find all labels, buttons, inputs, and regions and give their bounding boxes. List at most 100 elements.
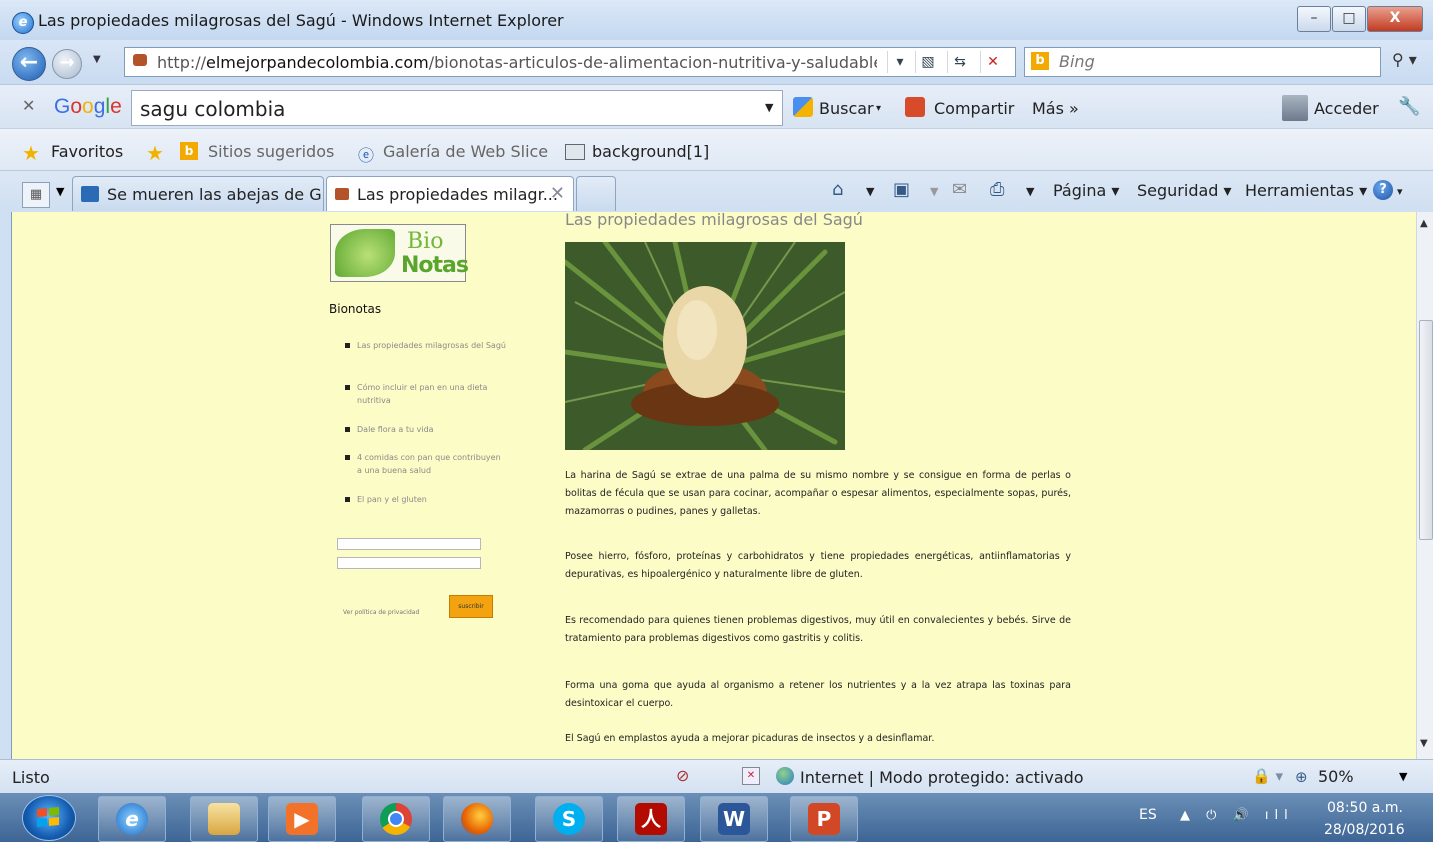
tab-sagu[interactable]: Las propiedades milagr... ✕: [326, 176, 574, 211]
bionotas-logo[interactable]: Bio Notas: [330, 224, 469, 282]
sago-palm-photo: [565, 242, 845, 450]
address-bar[interactable]: http://elmejorpandecolombia.com/bionotas…: [124, 47, 1016, 77]
sidebar-link-flora[interactable]: Dale flora a tu vida: [345, 423, 507, 436]
help-icon[interactable]: ?: [1373, 180, 1393, 200]
acceder-button[interactable]: Acceder: [1314, 99, 1379, 118]
scroll-up-icon[interactable]: ▲: [1420, 218, 1428, 229]
bullet-icon: [345, 455, 350, 460]
taskbar-ie-button[interactable]: e: [98, 796, 166, 842]
refresh-icon[interactable]: ⇆: [947, 51, 972, 73]
email-field[interactable]: [337, 557, 481, 569]
logo-bio-text: Bio: [407, 229, 444, 254]
mas-button[interactable]: Más »: [1032, 99, 1079, 118]
vertical-scrollbar[interactable]: ▲ ▼: [1416, 212, 1433, 759]
sidebar-link-gluten[interactable]: El pan y el gluten: [345, 493, 507, 506]
seguridad-menu[interactable]: Seguridad ▾: [1137, 181, 1232, 200]
taskbar-word-button[interactable]: W: [700, 796, 768, 842]
background-favorite-link[interactable]: background[1]: [592, 142, 709, 161]
subscribe-button[interactable]: suscribir: [449, 595, 493, 618]
internet-zone-icon: [776, 767, 794, 785]
zoom-level[interactable]: 50%: [1318, 767, 1354, 786]
buscar-button[interactable]: Buscar: [819, 99, 874, 118]
taskbar-media-button[interactable]: ▶: [268, 796, 336, 842]
windows-flag-icon: [37, 807, 59, 827]
site-favicon-icon: [133, 54, 147, 66]
print-dropdown-icon[interactable]: ▼: [1026, 185, 1034, 198]
maximize-button[interactable]: □: [1332, 6, 1366, 32]
taskbar-firefox-button[interactable]: [443, 796, 511, 842]
wrench-icon[interactable]: 🔧: [1398, 96, 1420, 117]
article-title: Las propiedades milagrosas del Sagú: [565, 212, 863, 229]
scroll-thumb[interactable]: [1419, 320, 1433, 540]
print-icon[interactable]: ⎙: [990, 179, 1004, 200]
popup-blocked-icon[interactable]: ✕: [742, 767, 760, 785]
seguridad-label: Seguridad: [1137, 181, 1219, 200]
taskbar-explorer-button[interactable]: [190, 796, 258, 842]
new-tab-button[interactable]: [576, 176, 616, 211]
favoritos-button[interactable]: Favoritos: [51, 142, 123, 161]
close-window-button[interactable]: X: [1367, 6, 1423, 32]
close-toolbar-icon[interactable]: ✕: [22, 96, 35, 115]
bing-logo-icon: b: [1031, 52, 1049, 70]
tab-favicon-icon: [335, 188, 349, 200]
article-paragraph: El Sagú en emplastos ayuda a mejorar pic…: [565, 733, 935, 744]
article-paragraph: La harina de Sagú se extrae de una palma…: [565, 470, 1071, 517]
tab-abejas[interactable]: Se mueren las abejas de G...: [72, 176, 324, 211]
bullet-icon: [345, 427, 350, 432]
privacy-report-icon[interactable]: ⊘: [676, 766, 689, 785]
galeria-web-slice-button[interactable]: Galería de Web Slice: [383, 142, 548, 161]
article-paragraph: Posee hierro, fósforo, proteínas y carbo…: [565, 551, 1071, 580]
zoom-icon[interactable]: ⊕: [1295, 768, 1308, 786]
buscar-dropdown-icon[interactable]: ▾: [876, 103, 881, 114]
privacy-link[interactable]: Ver política de privacidad: [343, 609, 419, 616]
address-url[interactable]: http://elmejorpandecolombia.com/bionotas…: [157, 53, 877, 72]
stop-icon[interactable]: ✕: [980, 51, 1005, 73]
feeds-icon[interactable]: ▣: [893, 179, 910, 200]
clock-time[interactable]: 08:50 a.m.: [1327, 800, 1403, 816]
protected-mode-icon[interactable]: 🔒 ▾: [1252, 767, 1283, 785]
taskbar-powerpoint-button[interactable]: P: [790, 796, 858, 842]
taskbar-chrome-button[interactable]: [362, 796, 430, 842]
feeds-dropdown-icon[interactable]: ▼: [930, 185, 938, 198]
address-dropdown-icon[interactable]: ▾: [887, 51, 912, 73]
acrobat-icon: 人: [635, 803, 667, 835]
compartir-button[interactable]: Compartir: [934, 99, 1014, 118]
google-search-icon: [793, 97, 813, 117]
sitios-sugeridos-button[interactable]: Sitios sugeridos: [208, 142, 334, 161]
tab-list-dropdown-icon[interactable]: ▼: [56, 185, 64, 198]
search-history-dropdown-icon[interactable]: ▼: [765, 101, 773, 114]
pagina-menu[interactable]: Página ▾: [1053, 181, 1119, 200]
url-domain: elmejorpandecolombia.com: [206, 53, 429, 72]
scroll-down-icon[interactable]: ▼: [1420, 738, 1428, 749]
google-search-query: sagu colombia: [140, 97, 286, 121]
system-tray-icons[interactable]: ▲ ⏻ 🔊 ıll: [1180, 808, 1294, 823]
compatibility-view-icon[interactable]: ▧: [915, 51, 940, 73]
minimize-button[interactable]: –: [1297, 6, 1331, 32]
close-tab-icon[interactable]: ✕: [550, 183, 565, 204]
home-icon[interactable]: ⌂: [832, 179, 843, 200]
search-box[interactable]: b Bing: [1024, 47, 1381, 77]
language-indicator[interactable]: ES: [1139, 807, 1157, 823]
clock-date[interactable]: 28/08/2016: [1324, 822, 1405, 838]
taskbar-skype-button[interactable]: S: [535, 796, 603, 842]
recent-pages-dropdown-icon[interactable]: ▼: [93, 54, 101, 65]
forward-button[interactable]: →: [52, 49, 82, 79]
quick-tabs-icon[interactable]: ▦: [22, 182, 50, 208]
google-search-input[interactable]: sagu colombia: [131, 90, 783, 126]
help-dropdown-icon[interactable]: ▾: [1397, 185, 1403, 198]
sidebar-link-pan-dieta[interactable]: Cómo incluir el pan en una dieta nutriti…: [345, 381, 507, 407]
herramientas-menu[interactable]: Herramientas ▾: [1245, 181, 1367, 200]
sidebar-link-label: Dale flora a tu vida: [357, 425, 434, 434]
zoom-dropdown-icon[interactable]: ▼: [1399, 770, 1407, 783]
start-button[interactable]: [22, 795, 76, 841]
taskbar-acrobat-button[interactable]: 人: [617, 796, 685, 842]
powerpoint-icon: P: [808, 803, 840, 835]
back-button[interactable]: ←: [12, 47, 46, 81]
sidebar-link-sagu[interactable]: Las propiedades milagrosas del Sagú: [345, 339, 507, 352]
search-icon[interactable]: ⚲ ▾: [1392, 50, 1417, 69]
add-favorite-icon[interactable]: ★: [146, 141, 164, 165]
read-mail-icon[interactable]: ✉: [952, 179, 967, 200]
home-dropdown-icon[interactable]: ▼: [866, 185, 874, 198]
name-field[interactable]: [337, 538, 481, 550]
sidebar-link-4-comidas[interactable]: 4 comidas con pan que contribuyen a una …: [345, 451, 507, 477]
